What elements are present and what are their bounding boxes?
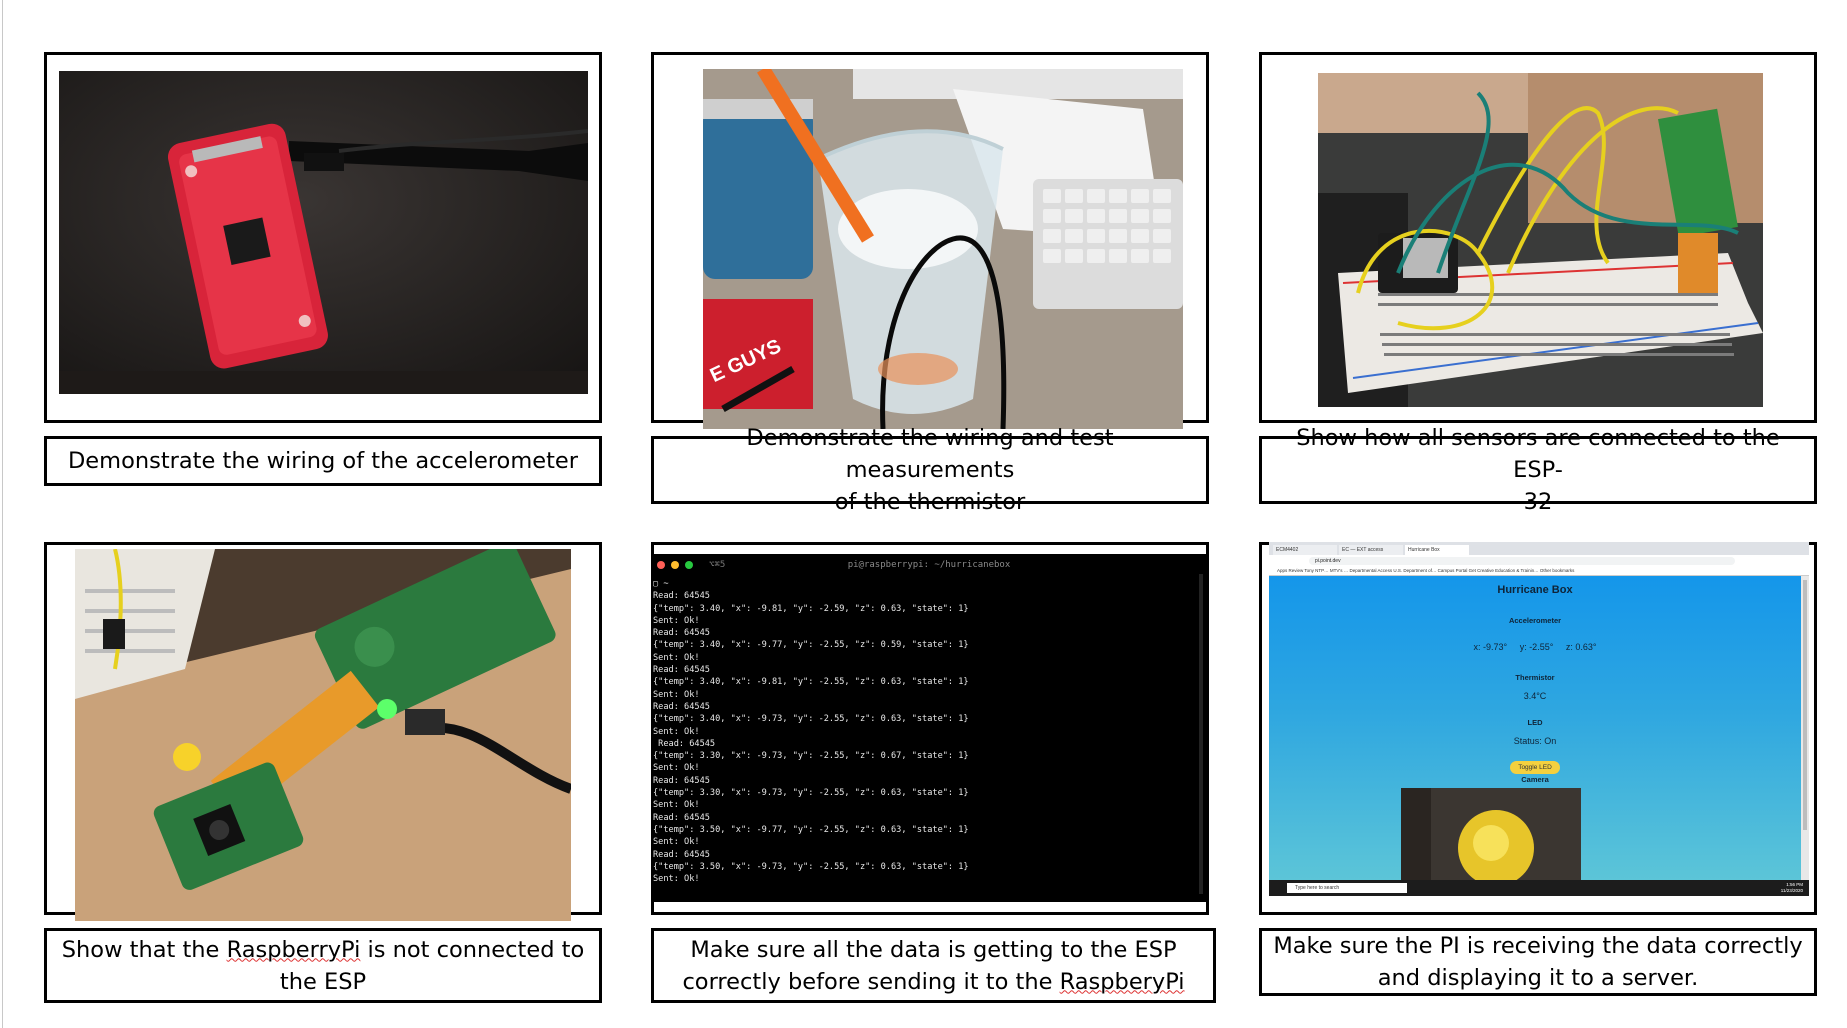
terminal-line: Sent: Ok! [653,726,700,737]
terminal-line: Read: 64545 [653,701,710,712]
led-status: Status: On [1513,736,1557,746]
led-toggle-wrap: Toggle LED [1269,756,1801,774]
thermistor-caption: Demonstrate the wiring and test measurem… [651,425,1209,515]
browser-tab[interactable]: ECM4402 [1273,545,1337,555]
breadboard-photo [1318,73,1763,407]
breadboard-caption: Show how all sensors are connected to th… [1259,425,1817,515]
accel-z-value: z: 0.63° [1565,642,1597,652]
terminal-line: Sent: Ok! [653,763,700,774]
page-title: Hurricane Box [1497,584,1573,596]
left-page-border [2,0,3,1028]
browser-tab-active[interactable]: Hurricane Box [1405,545,1469,555]
server-caption: Make sure the PI is receiving the data c… [1259,928,1817,996]
browser-tabs: ECM4402 EC — EXT access Hurricane Box [1269,542,1809,555]
terminal-line: {"temp": 3.40, "x": -9.81, "y": -2.55, "… [653,677,969,688]
terminal-line: {"temp": 3.40, "x": -9.77, "y": -2.55, "… [653,640,969,651]
led-heading: LED [1527,718,1543,727]
accelerometer-caption: Demonstrate the wiring of the accelerome… [44,436,602,486]
terminal-line: Read: 64545 [653,738,716,749]
terminal-line: Sent: Ok! [653,615,700,626]
terminal-line: Read: 64545 [653,591,710,602]
terminal-line: {"temp": 3.50, "x": -9.73, "y": -2.55, "… [653,861,969,872]
caption-text: Make sure all the data is getting to the… [682,936,1185,995]
terminal-prompt: ▢ ~ [653,579,669,589]
terminal-line: {"temp": 3.40, "x": -9.73, "y": -2.55, "… [653,714,969,725]
terminal-line: Read: 64545 [653,628,710,639]
terminal-line: Sent: Ok! [653,652,700,663]
accel-x-value: x: -9.73° [1473,642,1508,652]
terminal-line: {"temp": 3.30, "x": -9.73, "y": -2.55, "… [653,788,969,799]
terminal-line: Read: 64545 [653,665,710,676]
browser-window[interactable]: ECM4402 EC — EXT access Hurricane Box pi… [1269,542,1809,896]
terminal-output: ▢ ~ Read: 64545 {"temp": 3.40, "x": -9.8… [653,578,1207,885]
raspberrypi-caption: Show that the RaspberryPi is not connect… [44,928,602,1003]
thermistor-heading: Thermistor [1515,673,1555,682]
taskbar-search[interactable]: Type here to search [1287,883,1407,893]
terminal-line: Sent: Ok! [653,837,700,848]
toggle-led-button[interactable]: Toggle LED [1510,761,1560,774]
caption-text: Show how all sensors are connected to th… [1296,425,1780,515]
terminal-title: pi@raspberrypi: ~/hurricanebox [847,560,1011,570]
caption-text: Demonstrate the wiring and test measurem… [746,425,1114,515]
accel-y-value: y: -2.55° [1519,642,1554,652]
browser-tab[interactable]: EC — EXT access [1339,545,1403,555]
terminal-line: Sent: Ok! [653,689,700,700]
terminal-line: Sent: Ok! [653,800,700,811]
bookmarks-bar[interactable]: Apps Review Tony NTP… MTV's … Department… [1269,566,1809,576]
accelerometer-heading: Accelerometer [1508,616,1562,625]
browser-toolbar: pi.point.dev [1269,555,1809,566]
terminal-scrollbar[interactable] [1199,574,1203,894]
terminal-line: Sent: Ok! [653,874,700,885]
caption-text: Make sure the PI is receiving the data c… [1273,933,1803,991]
thermistor-value: 3.4°C [1523,691,1547,701]
caption-text: Show that the RaspberryPi is not connect… [61,936,585,995]
terminal-line: {"temp": 3.30, "x": -9.73, "y": -2.55, "… [653,751,969,762]
taskbar-clock: 1:56 PM 11/23/2020 [1780,882,1803,893]
address-bar[interactable]: pi.point.dev [1309,556,1735,565]
terminal-line: {"temp": 3.50, "x": -9.77, "y": -2.55, "… [653,824,969,835]
raspberrypi-photo [75,549,571,921]
terminal-line: Read: 64545 [653,775,710,786]
thermistor-photo: E GUYS [703,69,1183,429]
windows-taskbar: Type here to search 1:56 PM 11/23/2020 [1269,880,1809,896]
camera-heading: Camera [1521,775,1549,784]
terminal-line: {"temp": 3.40, "x": -9.81, "y": -2.59, "… [653,603,969,614]
terminal-caption: Make sure all the data is getting to the… [651,928,1216,1003]
terminal-titlebar: ⌥⌘5 pi@raspberrypi: ~/hurricanebox [651,554,1207,576]
camera-feed-image [1401,788,1581,880]
caption-text: Demonstrate the wiring of the accelerome… [67,448,579,474]
accelerometer-photo [59,71,588,394]
terminal-line: Read: 64545 [653,849,710,860]
terminal-line: Read: 64545 [653,812,710,823]
page-scrollbar[interactable] [1801,576,1809,880]
terminal-window[interactable]: ⌥⌘5 pi@raspberrypi: ~/hurricanebox ▢ ~ R… [651,554,1207,902]
accelerometer-values: x: -9.73° y: -2.55° z: 0.63° [1269,642,1801,652]
hurricane-box-page: Hurricane Box Accelerometer x: -9.73° y:… [1269,576,1801,880]
